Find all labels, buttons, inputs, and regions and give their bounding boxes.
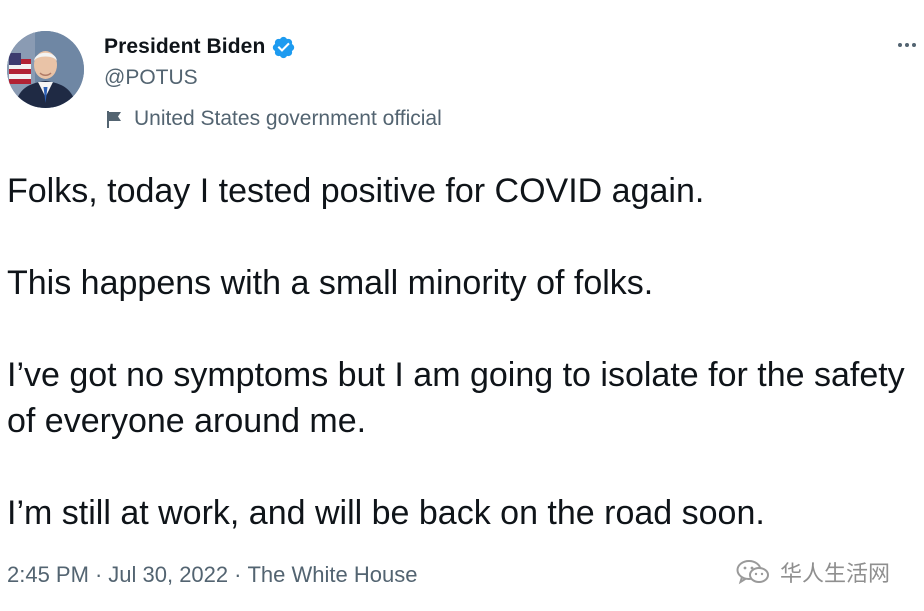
author-handle[interactable]: @POTUS	[104, 66, 198, 90]
tweet-paragraph: I’ve got no symptoms but I am going to i…	[7, 356, 905, 440]
tweet-date[interactable]: Jul 30, 2022	[108, 562, 228, 587]
watermark-text: 华人生活网	[780, 562, 891, 587]
more-options-icon[interactable]	[898, 30, 924, 60]
avatar[interactable]	[7, 31, 84, 108]
verified-badge-icon	[271, 35, 296, 60]
tweet-text: Folks, today I tested positive for COVID…	[7, 168, 917, 536]
affiliation-label-text: United States government official	[134, 107, 442, 130]
affiliation-label[interactable]: United States government official	[105, 105, 442, 133]
flag-icon	[105, 109, 125, 129]
avatar-image	[7, 31, 84, 108]
tweet-paragraph: I’m still at work, and will be back on t…	[7, 494, 765, 532]
tweet-meta: 2:45 PM · Jul 30, 2022 · The White House	[7, 562, 417, 588]
tweet-paragraph: This happens with a small minority of fo…	[7, 264, 654, 302]
tweet-source: The White House	[247, 562, 418, 587]
wechat-icon	[736, 559, 770, 585]
meta-separator: ·	[94, 562, 103, 587]
author-name-row: President Biden	[104, 32, 296, 62]
tweet-paragraph: Folks, today I tested positive for COVID…	[7, 172, 705, 210]
tweet-time[interactable]: 2:45 PM	[7, 562, 89, 587]
author-display-name[interactable]: President Biden	[104, 35, 265, 59]
watermark: 华人生活网	[736, 556, 890, 588]
meta-separator: ·	[234, 562, 242, 587]
